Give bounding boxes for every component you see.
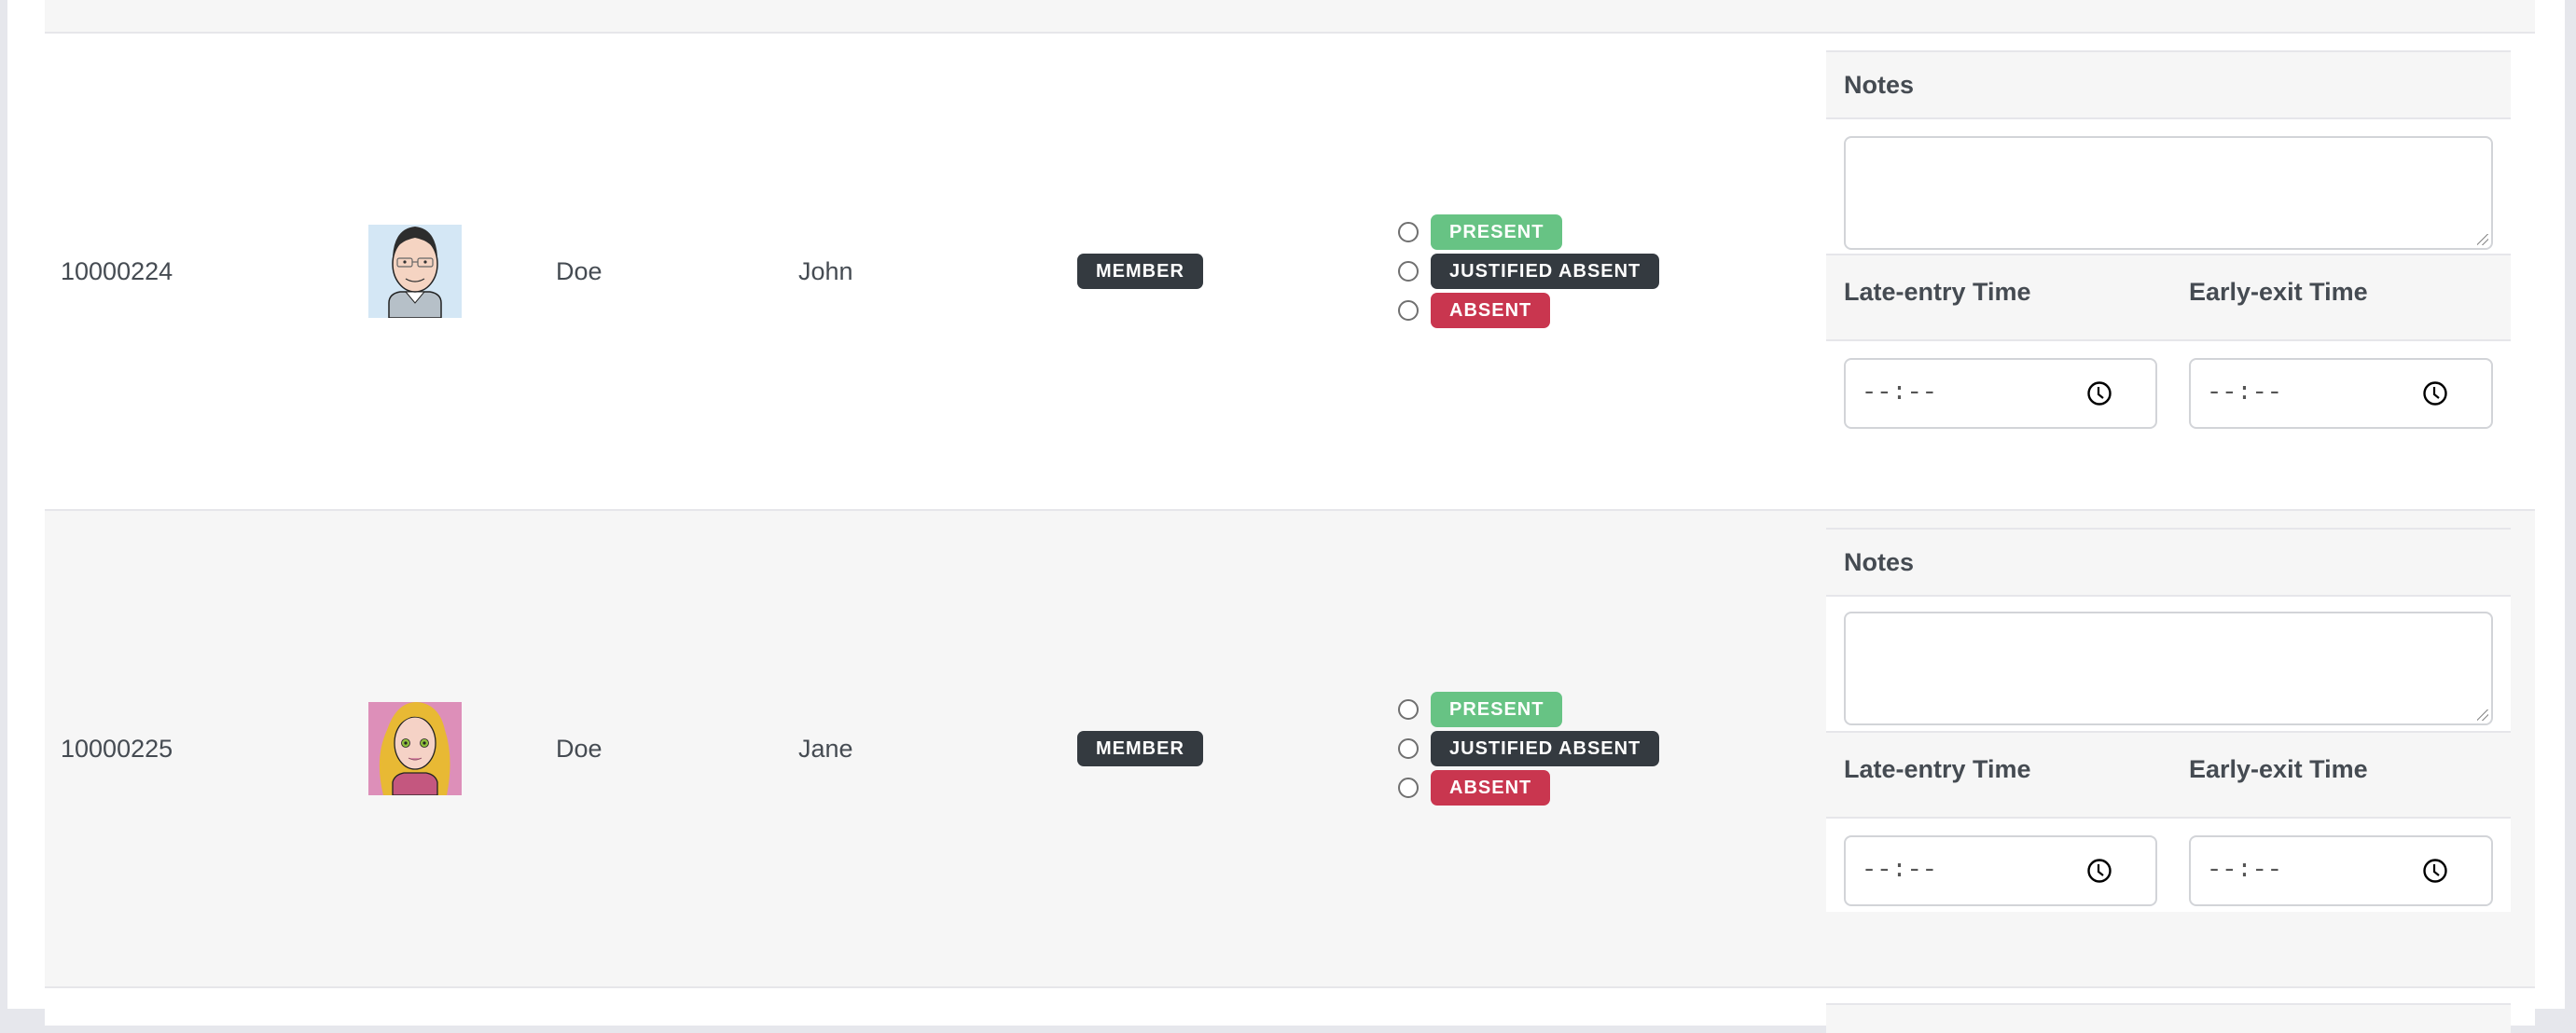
- present-badge: PRESENT: [1431, 692, 1563, 727]
- justified-absent-badge: JUSTIFIED ABSENT: [1431, 731, 1660, 766]
- avatar: [368, 702, 462, 795]
- avatar: [368, 225, 462, 318]
- notes-label: Notes: [1826, 50, 2511, 119]
- status-option-justified-absent[interactable]: JUSTIFIED ABSENT: [1398, 254, 1660, 290]
- status-option-present[interactable]: PRESENT: [1398, 214, 1659, 251]
- clock-icon[interactable]: [2086, 380, 2112, 406]
- late-entry-time-input[interactable]: --:--: [1844, 835, 2157, 906]
- late-entry-label: Late-entry Time: [1844, 278, 2031, 306]
- present-radio[interactable]: [1398, 699, 1419, 720]
- first-name: Jane: [798, 734, 853, 763]
- late-entry-label: Late-entry Time: [1844, 755, 2031, 783]
- absent-radio[interactable]: [1398, 778, 1419, 798]
- notes-textarea[interactable]: [1844, 136, 2493, 250]
- status-option-absent[interactable]: ABSENT: [1398, 293, 1659, 329]
- time-headers: Late-entry Time Early-exit Time: [1826, 254, 2511, 341]
- absent-radio[interactable]: [1398, 300, 1419, 321]
- justified-absent-radio[interactable]: [1398, 738, 1419, 759]
- absent-badge: ABSENT: [1431, 770, 1551, 806]
- first-name: John: [798, 256, 853, 285]
- attendance-status-group: PRESENT JUSTIFIED ABSENT ABSENT: [1398, 214, 1660, 329]
- resize-handle-icon[interactable]: [2477, 234, 2488, 245]
- role-badge: MEMBER: [1077, 254, 1203, 289]
- status-option-justified-absent[interactable]: JUSTIFIED ABSENT: [1398, 731, 1660, 767]
- absent-badge: ABSENT: [1431, 293, 1551, 328]
- details-panel: Notes Late-entry Time Early-exit Time --…: [1826, 50, 2511, 434]
- details-panel: [1826, 1003, 2511, 1033]
- table-row: 10000224 Doe John MEMBER PRESENT JUSTIFI…: [45, 34, 2535, 511]
- late-entry-time-input[interactable]: --:--: [1844, 358, 2157, 429]
- role-badge: MEMBER: [1077, 731, 1203, 766]
- status-option-present[interactable]: PRESENT: [1398, 692, 1659, 728]
- last-name: Doe: [556, 256, 602, 285]
- male-avatar-icon: [368, 225, 462, 318]
- status-option-absent[interactable]: ABSENT: [1398, 770, 1659, 806]
- member-id: 10000225: [61, 734, 173, 763]
- table-row: 10000225 Doe Jane MEMBER PRESENT JUSTIFI…: [45, 511, 2535, 988]
- notes-textarea[interactable]: [1844, 612, 2493, 725]
- attendance-card: 10000224 Doe John MEMBER PRESENT JUSTIFI…: [7, 0, 2565, 1033]
- present-badge: PRESENT: [1431, 214, 1563, 250]
- last-name: Doe: [556, 734, 602, 763]
- table-header-row: [45, 0, 2535, 34]
- early-exit-label: Early-exit Time: [2189, 278, 2368, 306]
- early-exit-time-input[interactable]: --:--: [2189, 358, 2493, 429]
- details-panel: Notes Late-entry Time Early-exit Time --…: [1826, 528, 2511, 912]
- time-headers: Late-entry Time Early-exit Time: [1826, 731, 2511, 819]
- justified-absent-badge: JUSTIFIED ABSENT: [1431, 254, 1660, 289]
- clock-icon[interactable]: [2422, 858, 2448, 884]
- clock-icon[interactable]: [2422, 380, 2448, 406]
- early-exit-label: Early-exit Time: [2189, 755, 2368, 783]
- notes-label: Notes: [1826, 528, 2511, 597]
- female-avatar-icon: [368, 702, 462, 795]
- clock-icon[interactable]: [2086, 858, 2112, 884]
- justified-absent-radio[interactable]: [1398, 261, 1419, 282]
- attendance-status-group: PRESENT JUSTIFIED ABSENT ABSENT: [1398, 692, 1660, 806]
- early-exit-time-input[interactable]: --:--: [2189, 835, 2493, 906]
- member-id: 10000224: [61, 256, 173, 285]
- table-row: [45, 988, 2535, 1033]
- resize-handle-icon[interactable]: [2477, 709, 2488, 721]
- present-radio[interactable]: [1398, 222, 1419, 242]
